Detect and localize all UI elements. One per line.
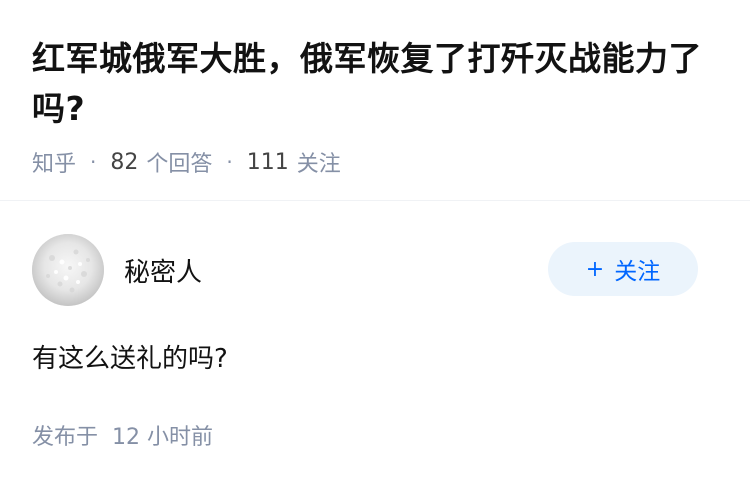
published-label: 发布于: [32, 425, 99, 450]
avatar[interactable]: [32, 234, 104, 306]
author-name[interactable]: 秘密人: [124, 252, 202, 289]
followers-label: 关注: [296, 152, 341, 177]
answers-count: 82: [110, 149, 139, 175]
published-time: 12 小时前: [112, 425, 214, 450]
question-title[interactable]: 红军城俄军大胜，俄军恢复了打歼灭战能力了吗?: [32, 34, 722, 134]
avatar-image-icon: [32, 234, 104, 306]
answer-content[interactable]: 有这么送礼的吗?: [32, 338, 228, 375]
publish-info: 发布于 12 小时前: [32, 419, 213, 451]
divider: [0, 200, 750, 201]
plus-icon: +: [585, 256, 605, 282]
author-row: 秘密人 + 关注: [32, 234, 698, 306]
followers-count: 111: [246, 149, 289, 175]
separator-dot: ·: [90, 150, 97, 174]
separator-dot: ·: [226, 150, 233, 174]
follow-button[interactable]: + 关注: [548, 242, 698, 296]
follow-button-label: 关注: [614, 259, 661, 285]
source-label[interactable]: 知乎: [32, 146, 76, 178]
question-meta: 知乎 · 82 个回答 · 111 关注: [32, 146, 341, 178]
answers-label[interactable]: 个回答: [146, 146, 212, 178]
